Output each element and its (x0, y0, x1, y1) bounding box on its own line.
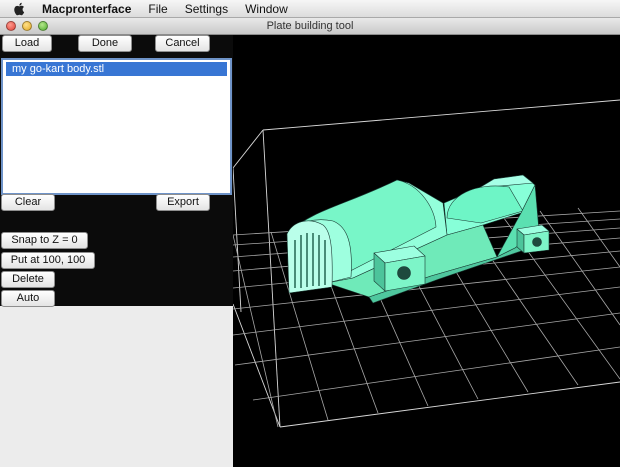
done-button[interactable]: Done (78, 35, 132, 52)
load-button[interactable]: Load (2, 35, 52, 52)
stl-model-go-kart-body[interactable] (286, 174, 550, 304)
list-item-selected[interactable]: my go-kart body.stl (6, 62, 227, 76)
export-button[interactable]: Export (156, 194, 210, 211)
window-title-bar[interactable]: Plate building tool (0, 18, 620, 35)
file-list[interactable]: my go-kart body.stl (1, 58, 232, 195)
menu-app-name[interactable]: Macpronterface (42, 2, 131, 16)
delete-button[interactable]: Delete (1, 271, 55, 288)
apple-icon[interactable] (13, 2, 27, 16)
put-at-button[interactable]: Put at 100, 100 (1, 252, 95, 269)
snap-to-z-button[interactable]: Snap to Z = 0 (1, 232, 88, 249)
cancel-button[interactable]: Cancel (155, 35, 210, 52)
menu-bar: Macpronterface File Settings Window (0, 0, 620, 18)
menu-window[interactable]: Window (245, 2, 288, 16)
menu-settings[interactable]: Settings (185, 2, 228, 16)
control-panel-empty-area (0, 306, 233, 467)
clear-button[interactable]: Clear (1, 194, 55, 211)
menu-file[interactable]: File (148, 2, 167, 16)
viewport-canvas[interactable] (233, 35, 620, 467)
auto-button[interactable]: Auto (1, 290, 55, 307)
plate-3d-viewport[interactable] (233, 35, 620, 467)
window-title: Plate building tool (266, 20, 354, 32)
